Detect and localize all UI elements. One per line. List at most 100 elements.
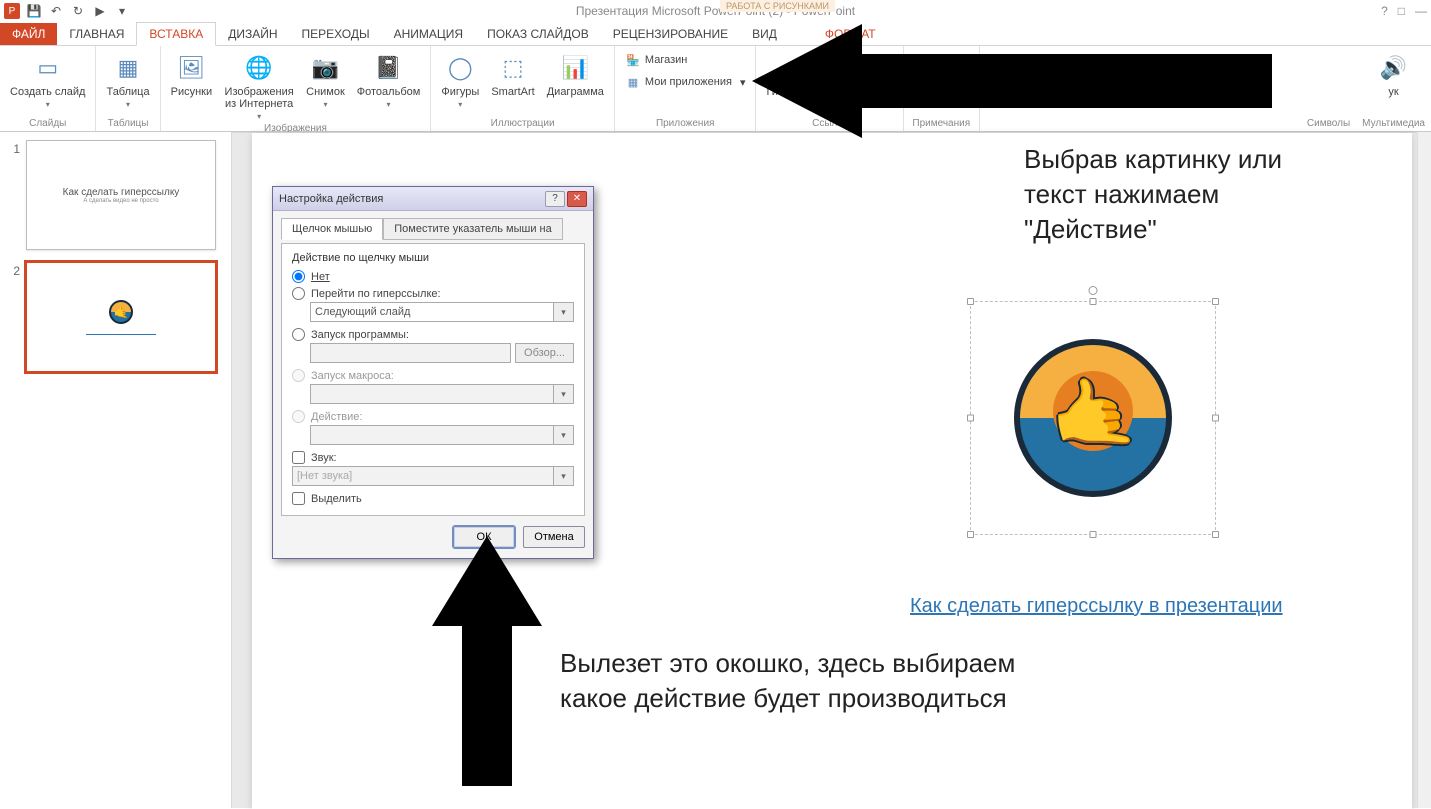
smartart-button[interactable]: ⬚ SmartArt xyxy=(487,50,538,100)
photo-album-button[interactable]: 📓Фотоальбом▾ xyxy=(353,50,425,111)
thumbnail-panel[interactable]: 1 Как сделать гиперссылку А сделать виде… xyxy=(0,132,232,808)
highlight-checkbox[interactable] xyxy=(292,492,305,505)
tab-format[interactable]: ФОРМАТ xyxy=(813,23,888,45)
chart-icon: 📊 xyxy=(559,52,591,84)
tab-insert[interactable]: ВСТАВКА xyxy=(136,22,216,46)
resize-handle[interactable] xyxy=(1212,298,1219,305)
tab-file[interactable]: ФАЙЛ xyxy=(0,23,57,45)
rotate-handle[interactable] xyxy=(1089,286,1098,295)
photo-album-label: Фотоальбом xyxy=(357,86,421,98)
tab-review[interactable]: РЕЦЕНЗИРОВАНИЕ xyxy=(601,23,740,45)
sound-checkbox[interactable] xyxy=(292,451,305,464)
store-label: Магазин xyxy=(645,54,687,66)
chart-button[interactable]: 📊 Диаграмма xyxy=(543,50,608,100)
opt-hyperlink-radio[interactable] xyxy=(292,287,305,300)
context-tab-group-label: РАБОТА С РИСУНКАМИ xyxy=(720,0,835,12)
pictures-icon: 🖼 xyxy=(175,52,207,84)
my-apps-label: Мои приложения xyxy=(645,76,732,88)
macro-combo-dropdown: ▾ xyxy=(554,384,574,404)
slide-thumbnail-2[interactable]: 🤙 xyxy=(26,262,216,372)
dialog-title-bar[interactable]: Настройка действия ? ✕ xyxy=(273,187,593,211)
group-symbols-label: Символы xyxy=(1307,118,1350,131)
online-pictures-label: Изображения из Интернета xyxy=(224,86,294,110)
online-pictures-button[interactable]: 🌐Изображения из Интернета▾ xyxy=(220,50,298,123)
hyperlink-label: Гиперссылка xyxy=(766,86,832,98)
window-title: Презентация Microsoft PowerPoint (2) - P… xyxy=(0,4,1431,18)
opt-none-label: Нет xyxy=(311,271,330,283)
ribbon-display-icon[interactable]: □ xyxy=(1398,4,1405,18)
undo-icon[interactable]: ↶ xyxy=(48,3,64,19)
new-slide-button[interactable]: ▭ Создать слайд ▾ xyxy=(6,50,89,111)
opt-program-radio[interactable] xyxy=(292,328,305,341)
tab-home[interactable]: ГЛАВНАЯ xyxy=(57,23,136,45)
smartart-icon: ⬚ xyxy=(497,52,529,84)
my-apps-button[interactable]: ▦Мои приложения▾ xyxy=(621,72,750,92)
dialog-help-button[interactable]: ? xyxy=(545,191,565,207)
group-symbols: Символы xyxy=(1301,46,1356,131)
logo-image: 🤙 xyxy=(1014,339,1172,497)
dialog-close-button[interactable]: ✕ xyxy=(567,191,587,207)
hyperlink-combo-dropdown[interactable]: ▾ xyxy=(554,302,574,322)
action-settings-dialog: Настройка действия ? ✕ Щелчок мышью Поме… xyxy=(272,186,594,559)
sound-combo-dropdown: ▾ xyxy=(554,466,574,486)
qat-more-icon[interactable]: ▾ xyxy=(114,3,130,19)
resize-handle[interactable] xyxy=(967,415,974,422)
selected-picture[interactable]: 🤙 xyxy=(970,301,1216,535)
comment-button[interactable]: 💬Примеча... xyxy=(910,50,973,100)
minimize-icon[interactable]: — xyxy=(1415,4,1427,18)
group-illustrations: ◯Фигуры▾ ⬚SmartArt 📊Диаграмма Иллюстраци… xyxy=(431,46,615,131)
resize-handle[interactable] xyxy=(1090,531,1097,538)
tab-view[interactable]: ВИД xyxy=(740,23,789,45)
opt-action-radio xyxy=(292,410,305,423)
tab-animations[interactable]: АНИМАЦИЯ xyxy=(382,23,475,45)
vertical-scrollbar[interactable] xyxy=(1417,132,1431,808)
hyperlink-button[interactable]: 🔗Гиперссылка xyxy=(762,50,836,100)
dialog-tab-click[interactable]: Щелчок мышью xyxy=(281,218,383,240)
shapes-icon: ◯ xyxy=(444,52,476,84)
redo-icon[interactable]: ↻ xyxy=(70,3,86,19)
resize-handle[interactable] xyxy=(967,531,974,538)
ok-button[interactable]: ОК xyxy=(453,526,515,548)
opt-macro-label: Запуск макроса: xyxy=(311,370,394,382)
pictures-button[interactable]: 🖼Рисунки xyxy=(167,50,217,100)
resize-handle[interactable] xyxy=(1212,415,1219,422)
help-icon[interactable]: ? xyxy=(1381,4,1388,18)
tab-slideshow[interactable]: ПОКАЗ СЛАЙДОВ xyxy=(475,23,601,45)
opt-program-label: Запуск программы: xyxy=(311,329,409,341)
resize-handle[interactable] xyxy=(1090,298,1097,305)
store-button[interactable]: 🏪Магазин xyxy=(621,50,691,70)
action-button[interactable]: ✦Действие xyxy=(841,50,897,100)
opt-macro-radio xyxy=(292,369,305,382)
dialog-section-label: Действие по щелчку мыши xyxy=(292,252,574,264)
group-slides: ▭ Создать слайд ▾ Слайды xyxy=(0,46,96,131)
table-button[interactable]: ▦ Таблица ▾ xyxy=(102,50,153,111)
tab-transitions[interactable]: ПЕРЕХОДЫ xyxy=(290,23,382,45)
shapes-button[interactable]: ◯Фигуры▾ xyxy=(437,50,483,111)
group-media-label: Мультимедиа xyxy=(1362,118,1425,131)
screenshot-label: Снимок xyxy=(306,86,345,98)
title-bar: P 💾 ↶ ↻ ▶ ▾ Презентация Microsoft PowerP… xyxy=(0,0,1431,22)
smartart-label: SmartArt xyxy=(491,86,534,98)
opt-none-radio[interactable] xyxy=(292,270,305,283)
opt-hyperlink-label: Перейти по гиперссылке: xyxy=(311,288,441,300)
resize-handle[interactable] xyxy=(1212,531,1219,538)
group-images: 🖼Рисунки 🌐Изображения из Интернета▾ 📷 Сни… xyxy=(161,46,432,131)
table-icon: ▦ xyxy=(112,52,144,84)
slideshow-icon[interactable]: ▶ xyxy=(92,3,108,19)
hyperlink-text[interactable]: Как сделать гиперссылку в презентации xyxy=(910,595,1283,618)
slide-thumbnail-1[interactable]: Как сделать гиперссылку А сделать видео … xyxy=(26,140,216,250)
group-media: 🔊ук Мультимедиа xyxy=(1356,46,1431,131)
hyperlink-combo[interactable] xyxy=(310,302,554,322)
dialog-tab-hover[interactable]: Поместите указатель мыши на xyxy=(383,218,563,240)
group-links-label: Ссылки xyxy=(812,118,847,131)
screenshot-icon: 📷 xyxy=(309,52,341,84)
save-icon[interactable]: 💾 xyxy=(26,3,42,19)
sound-button[interactable]: 🔊ук xyxy=(1371,50,1417,100)
tab-design[interactable]: ДИЗАЙН xyxy=(216,23,289,45)
sound-label: ук xyxy=(1388,86,1398,98)
resize-handle[interactable] xyxy=(967,298,974,305)
chart-label: Диаграмма xyxy=(547,86,604,98)
cancel-button[interactable]: Отмена xyxy=(523,526,585,548)
thumb-number: 1 xyxy=(10,140,20,250)
screenshot-button[interactable]: 📷Снимок▾ xyxy=(302,50,349,111)
